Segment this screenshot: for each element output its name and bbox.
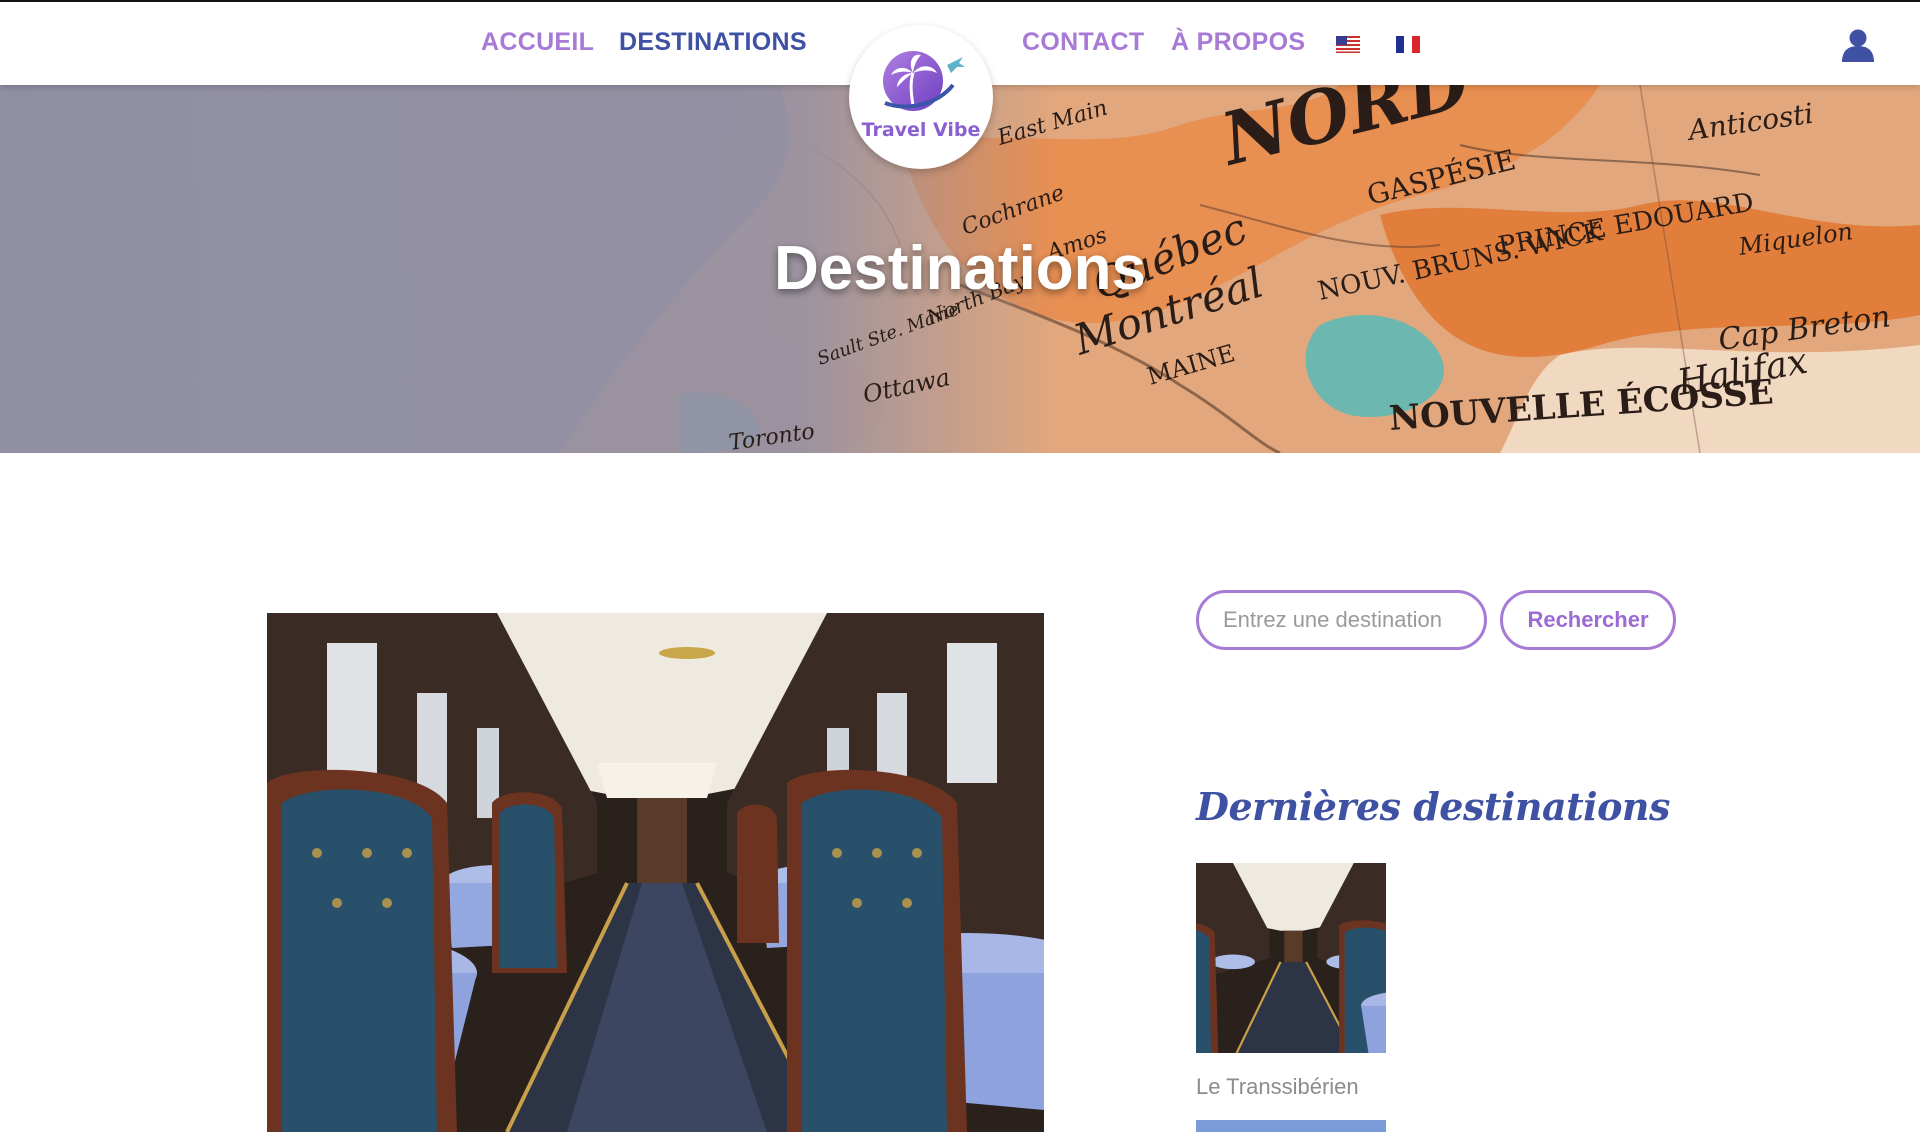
recent-destinations-heading: Dernières destinations xyxy=(1196,784,1670,829)
nav-contact[interactable]: CONTACT xyxy=(1022,28,1144,57)
fr-flag-icon[interactable] xyxy=(1396,36,1420,53)
destination-search-input[interactable] xyxy=(1196,590,1487,650)
search-button[interactable]: Rechercher xyxy=(1500,590,1676,650)
palm-plane-logo-icon xyxy=(883,51,965,111)
page-title: Destinations xyxy=(773,234,1147,303)
nav-accueil[interactable]: ACCUEIL xyxy=(481,28,594,57)
recent-destination-thumbnail[interactable] xyxy=(1196,863,1386,1053)
recent-destination-title[interactable]: Le Transsibérien xyxy=(1196,1074,1386,1100)
train-dining-car-thumbnail-image xyxy=(1196,863,1386,1053)
recent-destination-card[interactable]: Le Transsibérien xyxy=(1196,863,1386,1100)
train-dining-car-image xyxy=(267,613,1044,1132)
nav-a-propos[interactable]: À PROPOS xyxy=(1171,28,1305,57)
user-icon[interactable] xyxy=(1841,28,1875,62)
nav-destinations[interactable]: DESTINATIONS xyxy=(619,28,807,57)
recent-destination-read-more-button[interactable] xyxy=(1196,1120,1386,1132)
us-flag-icon[interactable] xyxy=(1336,36,1360,53)
logo-text: Travel Vibe xyxy=(861,119,981,141)
site-logo[interactable]: Travel Vibe xyxy=(849,25,993,169)
destination-main-image[interactable] xyxy=(267,613,1044,1132)
